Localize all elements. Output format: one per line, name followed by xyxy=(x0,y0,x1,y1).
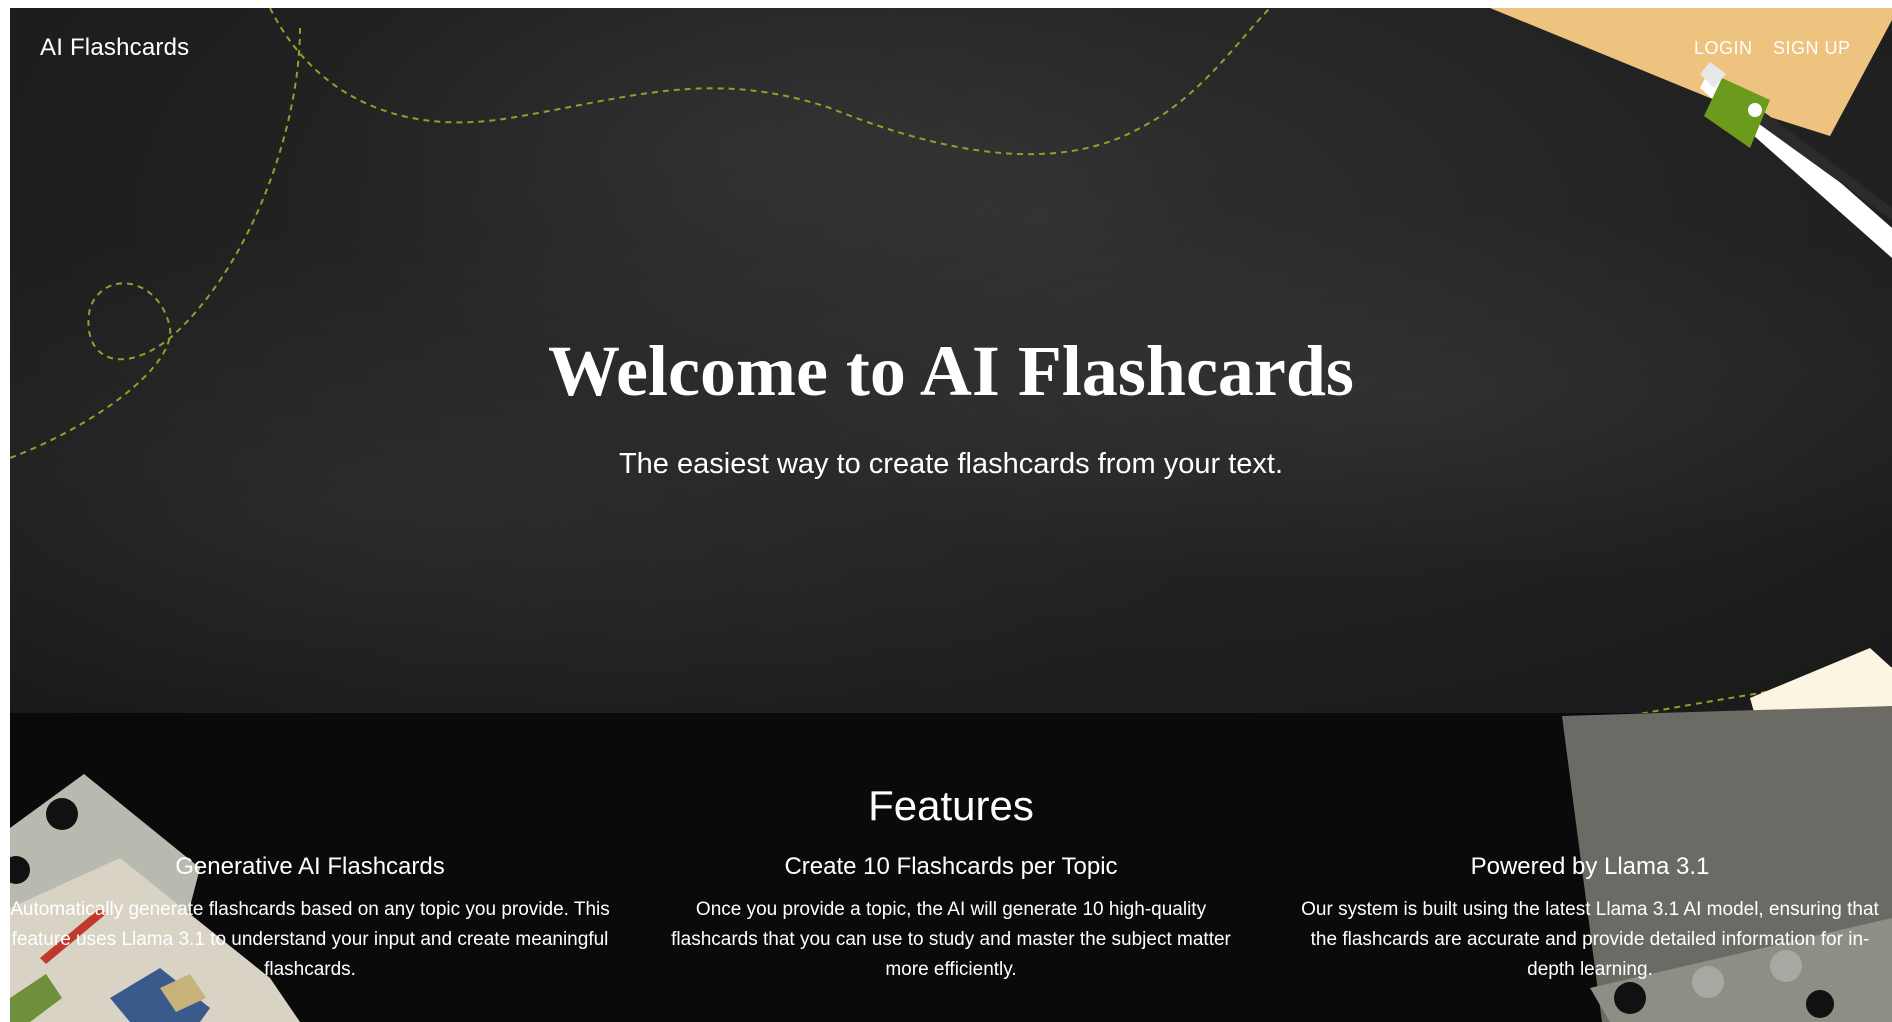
hero-title: Welcome to AI Flashcards xyxy=(548,331,1354,411)
hero-subtitle: The easiest way to create flashcards fro… xyxy=(618,448,1284,480)
brand-logo[interactable]: AI Flashcards xyxy=(40,34,189,62)
signup-button[interactable]: SIGN UP xyxy=(1773,38,1851,59)
page: AI Flashcards LOGIN SIGN UP Welcome to A… xyxy=(10,8,1892,1022)
feature-card-generative-ai: Generative AI Flashcards Automatically g… xyxy=(10,853,610,985)
login-button[interactable]: LOGIN xyxy=(1694,38,1753,59)
navbar: AI Flashcards LOGIN SIGN UP xyxy=(10,8,1892,88)
feature-description: Our system is built using the latest Lla… xyxy=(1301,899,1879,980)
feature-description: Automatically generate flashcards based … xyxy=(10,899,610,980)
feature-title: Create 10 Flashcards per Topic xyxy=(784,853,1118,880)
feature-card-llama: Powered by Llama 3.1 Our system is built… xyxy=(1290,853,1890,985)
feature-card-ten-per-topic: Create 10 Flashcards per Topic Once you … xyxy=(651,853,1251,985)
feature-title: Powered by Llama 3.1 xyxy=(1470,853,1710,880)
features-heading: Features xyxy=(868,782,1034,829)
feature-title: Generative AI Flashcards xyxy=(175,853,445,880)
feature-description: Once you provide a topic, the AI will ge… xyxy=(671,899,1231,980)
